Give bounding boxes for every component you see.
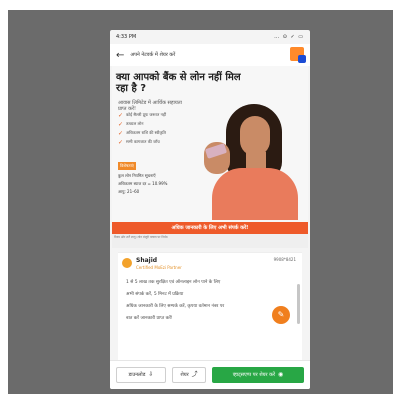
banner-cta-text: अधिक जानकारी के लिए अभी संपर्क करें! xyxy=(171,225,249,231)
bullet-text: कोई सैलरी प्रूफ जरूरत नहीं xyxy=(126,112,166,117)
banner-headline: क्या आपको बैंक से लोन नहीं मिल रहा है ? xyxy=(116,72,241,94)
edit-fab[interactable]: ✎ xyxy=(272,306,290,324)
banner-subtext: आवास लिमिटेड में आर्थिक सहायता प्राप्त क… xyxy=(118,100,182,112)
download-icon: ⇩ xyxy=(148,371,154,378)
pencil-icon: ✎ xyxy=(277,310,285,319)
agent-name: Shajid xyxy=(136,257,158,264)
share-label: शेयर xyxy=(180,372,189,378)
download-label: डाउनलोड xyxy=(128,372,146,378)
check-icon: ✓ xyxy=(118,138,124,146)
app-bar: ← अपने नेटवर्क में शेयर करें xyxy=(110,44,310,66)
message-line: 1 से 5 लाख तक सुरक्षित एवं ऑनलाइन लोन पा… xyxy=(126,280,221,285)
status-bar: 4:33 PM … ⊙ ✓ ▭ xyxy=(110,30,310,44)
woman-face xyxy=(240,116,270,156)
brand-logo-icon xyxy=(290,47,306,63)
whatsapp-share-label: व्हाट्सएप्प पर शेयर करें xyxy=(232,372,276,378)
agent-logo-icon xyxy=(122,258,132,268)
woman-illustration xyxy=(194,102,306,220)
bullet-text: अधिकतम राशि की स्वीकृति xyxy=(126,130,166,135)
bullet-text: सभी कागजात की जाँच xyxy=(126,139,160,144)
check-icon: ✓ xyxy=(118,111,124,119)
message-line: अधिक जानकारी के लिए सम्पर्क करें, कृपया … xyxy=(126,304,225,309)
whatsapp-share-button[interactable]: व्हाट्सएप्प पर शेयर करें ◉ xyxy=(212,367,304,383)
check-icon: ✓ xyxy=(118,120,124,128)
banner-bullet: ✓ अधिकतम राशि की स्वीकृति xyxy=(118,130,203,136)
offer-header: विशेषताएं xyxy=(118,162,136,170)
app-bar-title: अपने नेटवर्क में शेयर करें xyxy=(130,52,176,58)
bottom-action-bar: डाउनलोड ⇩ शेयर ⤴ व्हाट्सएप्प पर शेयर करे… xyxy=(110,360,310,389)
phone-screen: 4:33 PM … ⊙ ✓ ▭ ← अपने नेटवर्क में शेयर … xyxy=(110,30,310,389)
message-line: अभी संपर्क करें, 5 मिनट में प्रक्रिया xyxy=(126,292,184,297)
back-arrow-icon[interactable]: ← xyxy=(116,50,124,61)
message-line: बात करें जानकारी प्राप्त करें! xyxy=(126,316,173,321)
offer-line: अधिकतम ब्याज दर = 10.99% xyxy=(118,181,168,186)
agent-card: Shajid Certified MoEzi Partner 9908*8421 xyxy=(118,252,302,276)
banner-bullet: ✓ तत्काल लोन xyxy=(118,121,203,127)
share-button[interactable]: शेयर ⤴ xyxy=(172,367,206,383)
banner-bullet: ✓ कोई सैलरी प्रूफ जरूरत नहीं xyxy=(118,112,203,118)
banner-fine-print: नियम और शर्तें लागू। लोन मंजूरी पात्रता … xyxy=(112,234,308,248)
loan-banner: क्या आपको बैंक से लोन नहीं मिल रहा है ? … xyxy=(112,66,308,222)
woman-top xyxy=(212,168,298,220)
banner-bullets: ✓ कोई सैलरी प्रूफ जरूरत नहीं ✓ तत्काल लो… xyxy=(118,112,203,148)
bullet-text: तत्काल लोन xyxy=(126,121,144,126)
check-icon: ✓ xyxy=(118,129,124,137)
offer-line: कुल लोन नियमित सूचनाएँ xyxy=(118,173,156,178)
whatsapp-icon: ◉ xyxy=(278,371,284,378)
message-scrollbar[interactable] xyxy=(297,284,300,324)
share-icon: ⤴ xyxy=(191,371,198,378)
banner-offer-box: विशेषताएं कुल लोन नियमित सूचनाएँ अधिकतम … xyxy=(118,152,188,194)
status-icons: … ⊙ ✓ ▭ xyxy=(274,34,304,40)
banner-cta[interactable]: अधिक जानकारी के लिए अभी संपर्क करें! xyxy=(112,222,308,234)
banner-bullet: ✓ सभी कागजात की जाँच xyxy=(118,139,203,145)
agent-role: Certified MoEzi Partner xyxy=(136,265,182,270)
offer-line: आयु: 21–60 xyxy=(118,189,140,194)
download-button[interactable]: डाउनलोड ⇩ xyxy=(116,367,166,383)
status-time: 4:33 PM xyxy=(116,34,137,40)
agent-phone: 9908*8421 xyxy=(273,257,296,262)
